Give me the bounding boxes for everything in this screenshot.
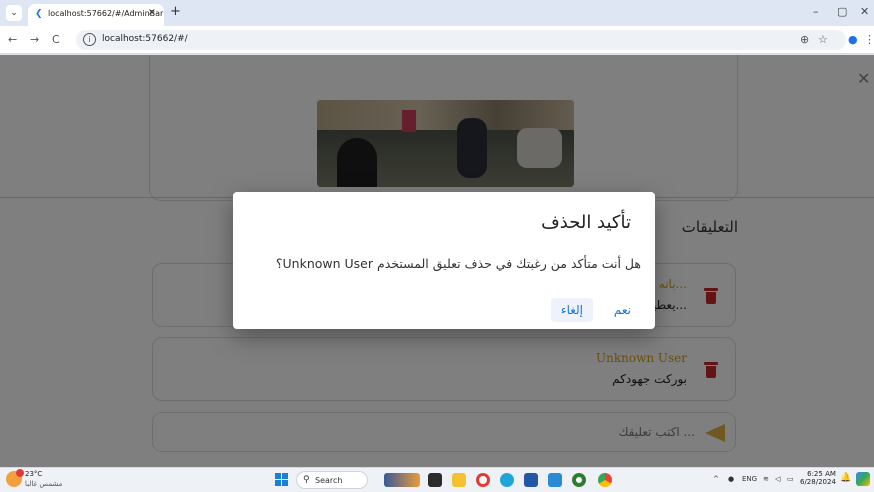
close-icon[interactable]: ✕ bbox=[857, 69, 870, 88]
confirm-yes-button[interactable]: نعم bbox=[604, 298, 641, 322]
back-button[interactable]: ← bbox=[8, 33, 17, 46]
url-field[interactable]: i localhost:57662/#/ bbox=[76, 30, 846, 50]
app-icon[interactable] bbox=[572, 473, 586, 487]
taskbar-search[interactable]: ⚲ Search bbox=[296, 471, 368, 489]
edge-icon[interactable] bbox=[500, 473, 514, 487]
tray-chevron-icon[interactable]: ^ bbox=[713, 475, 719, 483]
window-close-button[interactable]: ✕ bbox=[860, 5, 869, 18]
weather-temp: 23°C bbox=[25, 470, 43, 478]
task-view-icon[interactable] bbox=[428, 473, 442, 487]
volume-icon[interactable]: ◁ bbox=[775, 475, 780, 483]
zoom-icon[interactable]: ⊕ bbox=[800, 33, 809, 46]
forward-button[interactable]: → bbox=[30, 33, 39, 46]
favicon-icon: ❮ bbox=[35, 9, 43, 19]
tab-close-icon[interactable]: × bbox=[148, 7, 156, 18]
store-icon[interactable] bbox=[524, 473, 538, 487]
site-info-icon[interactable]: i bbox=[83, 33, 96, 46]
notification-bell-icon[interactable]: 🔔 bbox=[840, 473, 851, 483]
copilot-icon[interactable] bbox=[856, 472, 870, 486]
new-tab-button[interactable]: + bbox=[170, 4, 181, 19]
bookmark-star-icon[interactable]: ☆ bbox=[818, 33, 828, 46]
restore-button[interactable]: ▢ bbox=[837, 5, 847, 18]
reload-button[interactable]: C bbox=[52, 33, 60, 46]
tab-search-chevron-icon[interactable]: ⌄ bbox=[6, 5, 22, 21]
taskbar-search-label: Search bbox=[315, 476, 343, 485]
dialog-message: ؟Unknown User هل أنت متأكد من رغبتك في ح… bbox=[275, 256, 641, 271]
weather-desc: مشمس غالبا bbox=[25, 480, 63, 488]
cancel-button[interactable]: إلغاء bbox=[550, 298, 593, 322]
clock[interactable]: 6:25 AM 6/28/2024 bbox=[800, 470, 836, 486]
file-explorer-icon[interactable] bbox=[452, 473, 466, 487]
search-icon: ⚲ bbox=[303, 475, 310, 485]
address-bar-row: ← → C i localhost:57662/#/ ⊕ ☆ ● ⋮ bbox=[0, 26, 874, 54]
windows-taskbar: 23°C مشمس غالبا ⚲ Search ^ ● ENG ≋ ◁ ▭ 6… bbox=[0, 467, 874, 492]
vscode-icon[interactable] bbox=[548, 473, 562, 487]
widget-app-icon[interactable] bbox=[384, 473, 420, 487]
battery-icon[interactable]: ▭ bbox=[787, 475, 794, 483]
clock-date: 6/28/2024 bbox=[800, 478, 836, 486]
start-windows-icon[interactable] bbox=[275, 473, 289, 487]
dialog-title: تأكيد الحذف bbox=[541, 212, 631, 233]
minimize-button[interactable]: – bbox=[813, 5, 819, 18]
tab-title: localhost:57662/#/AdminBar bbox=[48, 9, 164, 18]
opera-icon[interactable] bbox=[476, 473, 490, 487]
wifi-icon[interactable]: ≋ bbox=[763, 475, 769, 483]
tray-app-icon[interactable]: ● bbox=[728, 475, 734, 483]
confirm-delete-dialog: تأكيد الحذف ؟Unknown User هل أنت متأكد م… bbox=[233, 192, 655, 329]
weather-icon[interactable] bbox=[6, 469, 24, 487]
url-text: localhost:57662/#/ bbox=[102, 34, 188, 44]
browser-tab[interactable]: ❮ localhost:57662/#/AdminBar × bbox=[28, 4, 164, 26]
language-indicator[interactable]: ENG bbox=[742, 475, 757, 483]
browser-tab-bar: ⌄ ❮ localhost:57662/#/AdminBar × + – ▢ ✕ bbox=[0, 0, 874, 26]
chrome-icon[interactable] bbox=[598, 473, 612, 487]
clock-time: 6:25 AM bbox=[807, 470, 836, 478]
browser-menu-icon[interactable]: ⋮ bbox=[864, 33, 874, 46]
profile-icon[interactable]: ● bbox=[848, 33, 858, 46]
